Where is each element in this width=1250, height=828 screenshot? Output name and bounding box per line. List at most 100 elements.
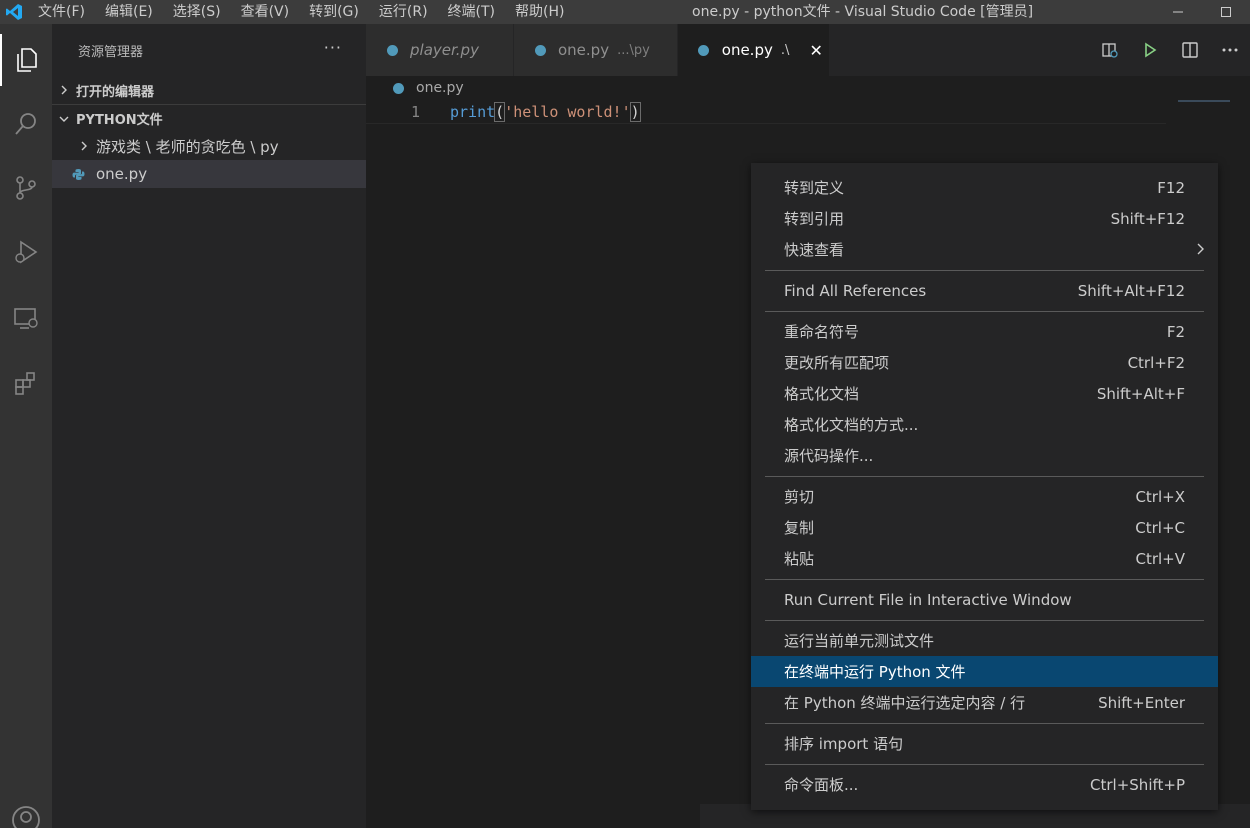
menu-item-sort-imports[interactable]: 排序 import 语句 <box>751 728 1218 759</box>
menu-separator <box>751 718 1218 728</box>
code-open-paren: ( <box>494 101 506 122</box>
menu-item-change-all-occurrences[interactable]: 更改所有匹配项 Ctrl+F2 <box>751 347 1218 378</box>
tree-folder-path: 游戏类 \ 老师的贪吃色 \ py <box>96 137 279 156</box>
menu-item-shortcut: Ctrl+C <box>1135 518 1185 537</box>
source-control-icon[interactable] <box>0 162 52 214</box>
menu-bar: 文件(F) 编辑(E) 选择(S) 查看(V) 转到(G) 运行(R) 终端(T… <box>28 0 574 24</box>
menu-item-shortcut: Shift+Alt+F12 <box>1077 281 1185 300</box>
menu-item-go-to-references[interactable]: 转到引用 Shift+F12 <box>751 203 1218 234</box>
menu-item-format-document[interactable]: 格式化文档 Shift+Alt+F <box>751 378 1218 409</box>
menu-item-label: 在 Python 终端中运行选定内容 / 行 <box>784 694 1026 712</box>
open-editors-section[interactable]: 打开的编辑器 <box>52 76 366 104</box>
title-bar: 文件(F) 编辑(E) 选择(S) 查看(V) 转到(G) 运行(R) 终端(T… <box>0 0 1250 24</box>
tab-description: ...\py <box>617 42 650 58</box>
menu-item-shortcut: Ctrl+X <box>1135 487 1185 506</box>
tab-player-py[interactable]: player.py <box>366 24 514 76</box>
menu-item-go-to-definition[interactable]: 转到定义 F12 <box>751 172 1218 203</box>
tab-one-py-py[interactable]: one.py ...\py <box>514 24 678 76</box>
code-text: print('hello world!') <box>450 101 641 122</box>
minimap[interactable] <box>1178 100 1230 102</box>
window-controls <box>1154 0 1250 24</box>
python-file-icon <box>532 42 548 58</box>
menu-item-format-document-with[interactable]: 格式化文档的方式... <box>751 409 1218 440</box>
close-icon[interactable]: ✕ <box>803 41 829 60</box>
python-file-icon <box>70 166 86 182</box>
remote-explorer-icon[interactable] <box>0 292 52 344</box>
split-editor-icon[interactable] <box>1170 24 1210 76</box>
menu-item-rename-symbol[interactable]: 重命名符号 F2 <box>751 316 1218 347</box>
menu-run[interactable]: 运行(R) <box>369 0 438 24</box>
breadcrumb[interactable]: one.py <box>366 76 1250 100</box>
menu-item-shortcut: Ctrl+V <box>1135 549 1185 568</box>
activity-bar <box>0 24 52 828</box>
menu-item-run-in-terminal[interactable]: 在终端中运行 Python 文件 <box>751 656 1218 687</box>
menu-item-label: 在终端中运行 Python 文件 <box>784 663 966 681</box>
window-title: one.py - python文件 - Visual Studio Code [… <box>692 4 1034 20</box>
menu-item-label: 剪切 <box>784 488 815 506</box>
menu-item-shortcut: Ctrl+F2 <box>1127 353 1185 372</box>
open-editors-label: 打开的编辑器 <box>76 84 155 100</box>
chevron-right-icon <box>72 141 96 151</box>
breadcrumb-file: one.py <box>416 80 464 96</box>
search-icon[interactable] <box>0 98 52 150</box>
more-actions-icon[interactable] <box>1210 24 1250 76</box>
menu-item-shortcut: Shift+F12 <box>1110 209 1185 228</box>
chevron-right-icon <box>1195 241 1205 259</box>
menu-separator <box>751 265 1218 275</box>
minimize-icon[interactable] <box>1154 0 1202 24</box>
account-icon[interactable] <box>0 794 52 828</box>
menu-item-run-unit-test[interactable]: 运行当前单元测试文件 <box>751 625 1218 656</box>
menu-item-source-action[interactable]: 源代码操作... <box>751 440 1218 471</box>
menu-item-label: 格式化文档 <box>784 385 860 403</box>
tab-one-py-active[interactable]: one.py .\ ✕ <box>678 24 830 76</box>
explorer-sidebar: 资源管理器 ··· 打开的编辑器 PYTHON文件 游戏类 \ 老师的贪吃色 \… <box>52 24 366 828</box>
menu-item-label: 命令面板... <box>784 776 859 794</box>
tree-file-item[interactable]: one.py <box>52 160 366 188</box>
python-file-icon <box>384 42 400 58</box>
menu-item-copy[interactable]: 复制 Ctrl+C <box>751 512 1218 543</box>
tab-bar: player.py one.py ...\py one.py .\ ✕ <box>366 24 1250 76</box>
menu-separator <box>751 306 1218 316</box>
folder-section[interactable]: PYTHON文件 <box>52 104 366 132</box>
menu-edit[interactable]: 编辑(E) <box>95 0 163 24</box>
menu-item-find-all-references[interactable]: Find All References Shift+Alt+F12 <box>751 275 1218 306</box>
menu-item-shortcut: Shift+Enter <box>1098 693 1185 712</box>
maximize-icon[interactable] <box>1202 0 1250 24</box>
menu-help[interactable]: 帮助(H) <box>505 0 574 24</box>
extensions-icon[interactable] <box>0 358 52 410</box>
line-number: 1 <box>410 102 420 121</box>
menu-item-peek[interactable]: 快速查看 <box>751 234 1218 265</box>
menu-item-shortcut: Ctrl+Shift+P <box>1090 775 1185 794</box>
menu-file[interactable]: 文件(F) <box>28 0 95 24</box>
chevron-down-icon <box>52 114 76 124</box>
context-menu: 转到定义 F12 转到引用 Shift+F12 快速查看 Find All Refe… <box>751 163 1218 810</box>
files-icon[interactable] <box>0 34 52 86</box>
menu-item-label: Find All References <box>784 281 927 300</box>
more-actions-icon[interactable]: ··· <box>324 38 342 57</box>
run-debug-icon[interactable] <box>0 226 52 278</box>
code-close-paren: ) <box>629 101 641 122</box>
menu-item-run-interactive[interactable]: Run Current File in Interactive Window <box>751 584 1218 615</box>
code-line[interactable]: 1 print('hello world!') <box>366 100 1166 124</box>
tree-folder-item[interactable]: 游戏类 \ 老师的贪吃色 \ py <box>52 132 366 160</box>
chevron-right-icon <box>52 85 76 95</box>
editor-actions <box>1090 24 1250 76</box>
menu-selection[interactable]: 选择(S) <box>163 0 231 24</box>
menu-item-label: 转到引用 <box>784 210 845 228</box>
menu-item-label: 运行当前单元测试文件 <box>784 632 935 650</box>
menu-item-label: 转到定义 <box>784 179 845 197</box>
menu-go[interactable]: 转到(G) <box>299 0 369 24</box>
menu-item-cut[interactable]: 剪切 Ctrl+X <box>751 481 1218 512</box>
menu-item-paste[interactable]: 粘贴 Ctrl+V <box>751 543 1218 574</box>
menu-terminal[interactable]: 终端(T) <box>438 0 505 24</box>
menu-view[interactable]: 查看(V) <box>231 0 300 24</box>
menu-separator <box>751 759 1218 769</box>
menu-item-label: 格式化文档的方式... <box>784 416 919 434</box>
tab-label: one.py <box>721 41 773 59</box>
menu-item-label: 重命名符号 <box>784 323 860 341</box>
menu-item-command-palette[interactable]: 命令面板... Ctrl+Shift+P <box>751 769 1218 800</box>
open-preview-icon[interactable] <box>1090 24 1130 76</box>
run-icon[interactable] <box>1130 24 1170 76</box>
python-file-icon <box>390 80 406 96</box>
menu-item-run-selection[interactable]: 在 Python 终端中运行选定内容 / 行 Shift+Enter <box>751 687 1218 718</box>
